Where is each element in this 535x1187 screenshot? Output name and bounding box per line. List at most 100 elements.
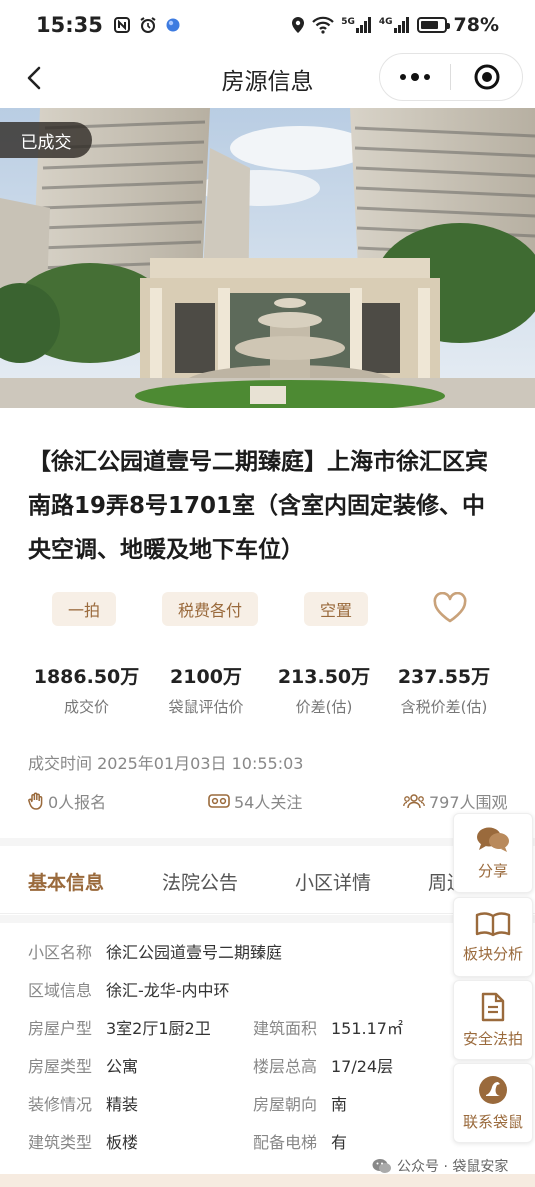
close-miniprogram-button[interactable] (451, 54, 522, 100)
info-value: 3室2厅1厨2卫 (106, 1019, 211, 1038)
stat-label: 成交价 (63, 698, 109, 716)
wechat-watermark: 公众号 · 袋鼠安家 (372, 1156, 508, 1176)
stat-tax-price-diff: 237.55万 含税价差(估) (389, 662, 499, 717)
price-stats: 1886.50万 成交价 2100万 袋鼠评估价 213.50万 价差(估) 2… (0, 662, 535, 717)
info-label: 楼层总高 (253, 1057, 318, 1076)
more-menu-button[interactable] (380, 54, 450, 100)
follow-count: 54人关注 (208, 789, 302, 813)
location-icon (291, 16, 305, 34)
battery-icon (416, 17, 450, 33)
nfc-icon (113, 16, 131, 34)
hand-raise-icon (28, 792, 43, 810)
status-bar: 15:35 5G 4G 78% (0, 0, 535, 50)
info-value: 徐汇-龙华-内中环 (106, 981, 230, 1000)
back-button[interactable] (14, 58, 54, 98)
chat-bubbles-icon (477, 827, 509, 852)
alarm-icon (139, 16, 157, 34)
district-analysis-label: 板块分析 (462, 944, 523, 963)
info-label: 建筑面积 (253, 1019, 318, 1038)
stat-label: 袋鼠评估价 (168, 698, 244, 716)
info-label: 房屋户型 (28, 1019, 93, 1038)
follow-count-text: 54人关注 (234, 793, 303, 812)
info-value: 151.17㎡ (331, 1019, 403, 1038)
district-analysis-button[interactable]: 板块分析 (453, 897, 533, 977)
battery-text: 78% (453, 14, 499, 36)
kangaroo-logo-icon (479, 1075, 507, 1104)
view-count: 797人围观 (403, 789, 508, 813)
contact-button[interactable]: 联系袋鼠 (453, 1063, 533, 1143)
watermark-text: 公众号 · 袋鼠安家 (397, 1159, 509, 1175)
tab-court-notice[interactable]: 法院公告 (162, 868, 238, 895)
tab-basic-info[interactable]: 基本信息 (28, 868, 104, 895)
more-dot-icon (424, 74, 430, 80)
people-group-icon (403, 794, 425, 809)
contact-label: 联系袋鼠 (462, 1112, 523, 1131)
vr-glasses-icon (208, 794, 230, 808)
wechat-icon (372, 1159, 391, 1173)
info-row: 小区名称 徐汇公园道壹号二期臻庭 (28, 933, 458, 971)
tag-vacant: 空置 (304, 592, 369, 626)
info-row: 房屋类型 公寓 楼层总高 17/24层 (28, 1047, 458, 1085)
view-count-text: 797人围观 (429, 793, 508, 812)
signup-count: 0人报名 (28, 789, 106, 813)
listing-title: 【徐汇公园道壹号二期臻庭】上海市徐汇区宾南路19弄8号1701室（含室内固定装修… (28, 449, 488, 563)
chevron-left-icon (27, 66, 41, 90)
miniprogram-capsule (379, 53, 523, 101)
info-label: 房屋类型 (28, 1057, 93, 1076)
info-value: 17/24层 (331, 1057, 394, 1076)
info-value: 精装 (106, 1095, 139, 1114)
target-close-icon (474, 64, 499, 90)
status-left-icons (113, 16, 181, 34)
nav-bar: 房源信息 (0, 50, 535, 106)
stat-label: 价差(估) (295, 698, 353, 716)
deal-time: 成交时间 2025年01月03日 10:55:03 (28, 754, 304, 773)
wifi-icon (312, 16, 334, 34)
engagement-metrics: 0人报名 54人关注 797人围观 (28, 789, 508, 813)
safe-auction-button[interactable]: 安全法拍 (453, 980, 533, 1060)
basic-info-section: 小区名称 徐汇公园道壹号二期臻庭 区域信息 徐汇-龙华-内中环 房屋户型 3室2… (28, 933, 458, 1161)
sold-status-badge: 已成交 (0, 122, 92, 158)
share-label: 分享 (477, 861, 508, 880)
share-button[interactable]: 分享 (453, 813, 533, 893)
open-book-icon (475, 911, 511, 936)
info-label: 小区名称 (28, 943, 93, 962)
info-row: 区域信息 徐汇-龙华-内中环 (28, 971, 458, 1009)
stat-appraisal: 2100万 袋鼠评估价 (153, 662, 259, 717)
battery-fill (420, 21, 438, 29)
info-value: 板楼 (106, 1133, 139, 1152)
info-row: 房屋户型 3室2厅1厨2卫 建筑面积 151.17㎡ (28, 1009, 458, 1047)
favorite-button[interactable] (430, 590, 470, 626)
signal-5g-icon: 5G (341, 17, 372, 33)
more-dot-icon (411, 73, 419, 81)
signal-4g-icon: 4G (379, 17, 410, 33)
info-label: 房屋朝向 (253, 1095, 318, 1114)
tag-list: 一拍 税费各付 空置 (52, 592, 369, 626)
signal-5g-label: 5G (341, 17, 355, 27)
stat-value: 237.55万 (397, 666, 491, 688)
info-label: 配备电梯 (253, 1133, 318, 1152)
tab-community-detail[interactable]: 小区详情 (295, 868, 371, 895)
stat-value: 213.50万 (277, 666, 371, 688)
stat-deal-price: 1886.50万 成交价 (20, 662, 153, 717)
tag-auction-round: 一拍 (52, 592, 117, 626)
info-label: 区域信息 (28, 981, 93, 1000)
tag-tax: 税费各付 (162, 592, 259, 626)
info-row: 装修情况 精装 房屋朝向 南 (28, 1085, 458, 1123)
status-time: 15:35 (36, 13, 103, 37)
signup-count-text: 0人报名 (48, 793, 107, 812)
stat-price-diff: 213.50万 价差(估) (259, 662, 389, 717)
app-notification-icon (165, 17, 181, 33)
info-value: 有 (331, 1133, 348, 1152)
stat-value: 1886.50万 (33, 666, 140, 688)
heart-icon (433, 592, 467, 623)
stat-label: 含税价差(估) (400, 698, 488, 716)
info-value: 公寓 (106, 1057, 139, 1076)
signal-4g-label: 4G (378, 17, 393, 27)
safe-auction-label: 安全法拍 (462, 1029, 523, 1048)
status-right: 5G 4G 78% (291, 14, 499, 36)
document-icon (481, 992, 505, 1021)
more-dot-icon (400, 74, 406, 80)
info-label: 装修情况 (28, 1095, 93, 1114)
info-label: 建筑类型 (28, 1133, 93, 1152)
info-value: 南 (331, 1095, 348, 1114)
